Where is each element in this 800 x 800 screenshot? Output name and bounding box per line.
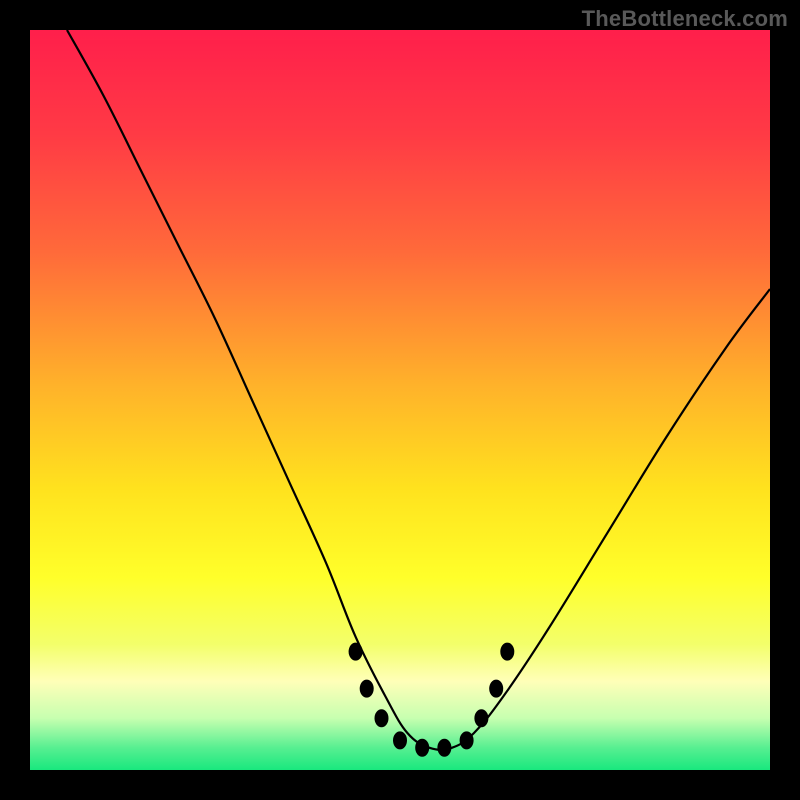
bottleneck-curve: [67, 30, 770, 750]
marker-dot: [375, 709, 389, 727]
marker-dot: [489, 680, 503, 698]
marker-dot: [415, 739, 429, 757]
watermark-text: TheBottleneck.com: [582, 6, 788, 32]
plot-area: [30, 30, 770, 770]
marker-dot: [349, 643, 363, 661]
marker-dot: [437, 739, 451, 757]
chart-frame: TheBottleneck.com: [0, 0, 800, 800]
marker-dot: [460, 731, 474, 749]
marker-dot: [474, 709, 488, 727]
marker-dot: [500, 643, 514, 661]
curve-svg: [30, 30, 770, 770]
marker-dot: [393, 731, 407, 749]
marker-dot: [360, 680, 374, 698]
curve-markers: [349, 643, 515, 757]
